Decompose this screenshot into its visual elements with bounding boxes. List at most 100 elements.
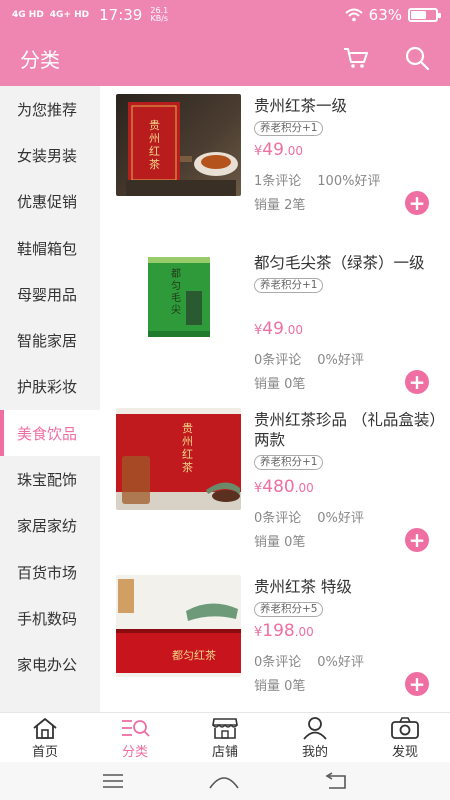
system-nav-bar bbox=[0, 762, 450, 800]
product-price: ¥198.00 bbox=[254, 621, 314, 641]
category-sidebar: 为您推荐 女装男装 优惠促销 鞋帽箱包 母婴用品 智能家居 护肤彩妆 美食饮品 … bbox=[0, 86, 100, 712]
tab-label: 店铺 bbox=[211, 744, 238, 760]
product-price: ¥49.00 bbox=[254, 140, 303, 160]
add-to-cart-button[interactable]: + bbox=[405, 370, 429, 394]
product-title: 贵州红茶一级 养老积分+1 bbox=[254, 96, 439, 136]
search-icon[interactable] bbox=[404, 45, 430, 71]
positive-rate: 100%好评 bbox=[317, 174, 381, 189]
product-list: 贵州红茶 贵州红茶一级 养老积分+1 ¥49.00 1条评论 100%好评 销量 … bbox=[100, 86, 450, 712]
home-icon bbox=[33, 717, 57, 739]
user-icon bbox=[303, 716, 327, 740]
product-name: 贵州红茶 特级 bbox=[254, 578, 352, 596]
product-title: 贵州红茶 特级 养老积分+5 bbox=[254, 577, 439, 617]
product-image[interactable]: 贵州红茶 bbox=[116, 408, 241, 510]
positive-rate: 0%好评 bbox=[317, 353, 364, 368]
product-name: 都匀毛尖茶（绿茶）一级 bbox=[254, 254, 425, 272]
points-badge: 养老积分+1 bbox=[254, 121, 324, 136]
clock: 17:39 bbox=[99, 6, 143, 24]
tab-category[interactable]: 分类 bbox=[90, 713, 180, 762]
price-integer: 480 bbox=[262, 477, 295, 497]
product-card[interactable]: 都匀红茶 贵州红茶 特级 养老积分+5 ¥198.00 0条评论 0%好评 销量 … bbox=[100, 567, 450, 712]
points-badge: 养老积分+5 bbox=[254, 602, 324, 617]
home-nav-icon[interactable] bbox=[208, 772, 240, 790]
product-reviews: 0条评论 0%好评 bbox=[254, 507, 364, 526]
status-bar: 4G HD 4G+ HD 17:39 26.1 KB/s 63% bbox=[0, 0, 450, 30]
image-caption: 都匀毛尖 bbox=[171, 269, 181, 316]
sales-count: 销量 0笔 bbox=[254, 535, 306, 550]
product-image[interactable]: 都匀红茶 bbox=[116, 575, 241, 677]
product-title: 都匀毛尖茶（绿茶）一级 养老积分+1 bbox=[254, 253, 439, 293]
add-to-cart-button[interactable]: + bbox=[405, 528, 429, 552]
sidebar-item-shoes-bags[interactable]: 鞋帽箱包 bbox=[0, 225, 100, 271]
tab-mine[interactable]: 我的 bbox=[270, 713, 360, 762]
app-header: 分类 bbox=[0, 30, 450, 86]
sidebar-item-promotions[interactable]: 优惠促销 bbox=[0, 179, 100, 225]
positive-rate: 0%好评 bbox=[317, 655, 364, 670]
price-decimal: .00 bbox=[294, 625, 314, 639]
tab-discover[interactable]: 发现 bbox=[360, 713, 450, 762]
sidebar-item-digital[interactable]: 手机数码 bbox=[0, 595, 100, 641]
product-reviews: 0条评论 0%好评 bbox=[254, 349, 364, 368]
sidebar-item-baby[interactable]: 母婴用品 bbox=[0, 271, 100, 317]
add-to-cart-button[interactable]: + bbox=[405, 672, 429, 696]
header-actions bbox=[342, 45, 430, 71]
tab-label: 发现 bbox=[391, 744, 418, 760]
price-decimal: .00 bbox=[283, 323, 304, 337]
camera-icon bbox=[391, 716, 419, 739]
sidebar-item-general-store[interactable]: 百货市场 bbox=[0, 549, 100, 595]
sales-count: 销量 0笔 bbox=[254, 679, 306, 694]
points-badge: 养老积分+1 bbox=[254, 278, 324, 293]
tea-package-image bbox=[126, 102, 238, 196]
store-icon bbox=[212, 717, 238, 739]
sidebar-item-skincare[interactable]: 护肤彩妆 bbox=[0, 364, 100, 410]
tab-label: 首页 bbox=[31, 744, 58, 760]
product-name: 贵州红茶珍品 （礼品盒装）两款 bbox=[254, 411, 438, 449]
sidebar-item-clothing[interactable]: 女装男装 bbox=[0, 132, 100, 178]
sidebar-item-jewelry[interactable]: 珠宝配饰 bbox=[0, 456, 100, 502]
product-name: 贵州红茶一级 bbox=[254, 97, 348, 115]
sidebar-item-home-textiles[interactable]: 家居家纺 bbox=[0, 503, 100, 549]
price-integer: 49 bbox=[262, 140, 284, 160]
sidebar-item-recommend[interactable]: 为您推荐 bbox=[0, 86, 100, 132]
network-speed-unit: KB/s bbox=[150, 14, 169, 23]
cart-icon[interactable] bbox=[342, 46, 370, 70]
tab-store[interactable]: 店铺 bbox=[180, 713, 270, 762]
sidebar-item-appliances[interactable]: 家电办公 bbox=[0, 642, 100, 688]
review-count: 0条评论 bbox=[254, 353, 302, 368]
price-decimal: .00 bbox=[283, 144, 304, 158]
review-count: 0条评论 bbox=[254, 511, 302, 526]
price-integer: 198 bbox=[262, 621, 295, 641]
menu-icon[interactable] bbox=[101, 773, 125, 789]
battery-percent: 63% bbox=[368, 6, 402, 24]
add-to-cart-button[interactable]: + bbox=[405, 191, 429, 215]
product-image[interactable]: 都匀毛尖 bbox=[116, 251, 241, 353]
tab-label: 分类 bbox=[121, 744, 148, 760]
review-count: 1条评论 bbox=[254, 174, 302, 189]
signal-indicator-2: 4G+ HD bbox=[49, 9, 90, 20]
status-right: 63% bbox=[344, 6, 441, 24]
product-card[interactable]: 贵州红茶 贵州红茶珍品 （礼品盒装）两款 养老积分+1 ¥480.00 0条评论… bbox=[100, 400, 450, 567]
image-caption: 贵州红茶 bbox=[149, 119, 160, 171]
price-integer: 49 bbox=[262, 319, 284, 339]
network-speed: 26.1 KB/s bbox=[150, 7, 168, 23]
sales-count: 销量 2笔 bbox=[254, 198, 306, 213]
tea-gift-box-image bbox=[116, 414, 241, 510]
product-reviews: 0条评论 0%好评 bbox=[254, 651, 364, 670]
sales-count: 销量 0笔 bbox=[254, 377, 306, 392]
points-badge: 养老积分+1 bbox=[254, 455, 324, 470]
bottom-tab-bar: 首页 分类 店铺 我的 发现 bbox=[0, 712, 450, 762]
tab-label: 我的 bbox=[301, 744, 328, 760]
battery-level bbox=[411, 11, 427, 19]
sidebar-item-smart-home[interactable]: 智能家居 bbox=[0, 317, 100, 363]
image-caption: 都匀红茶 bbox=[172, 649, 216, 662]
battery-icon bbox=[408, 8, 441, 22]
image-caption: 贵州红茶 bbox=[182, 422, 193, 474]
sidebar-item-food-drinks[interactable]: 美食饮品 bbox=[0, 410, 100, 457]
product-image[interactable]: 贵州红茶 bbox=[116, 94, 241, 196]
tab-home[interactable]: 首页 bbox=[0, 713, 90, 762]
product-card[interactable]: 贵州红茶 贵州红茶一级 养老积分+1 ¥49.00 1条评论 100%好评 销量 … bbox=[100, 86, 450, 243]
product-card[interactable]: 都匀毛尖 都匀毛尖茶（绿茶）一级 养老积分+1 ¥49.00 0条评论 0%好评 … bbox=[100, 243, 450, 400]
review-count: 0条评论 bbox=[254, 655, 302, 670]
product-reviews: 1条评论 100%好评 bbox=[254, 170, 380, 189]
back-icon[interactable] bbox=[323, 772, 349, 790]
